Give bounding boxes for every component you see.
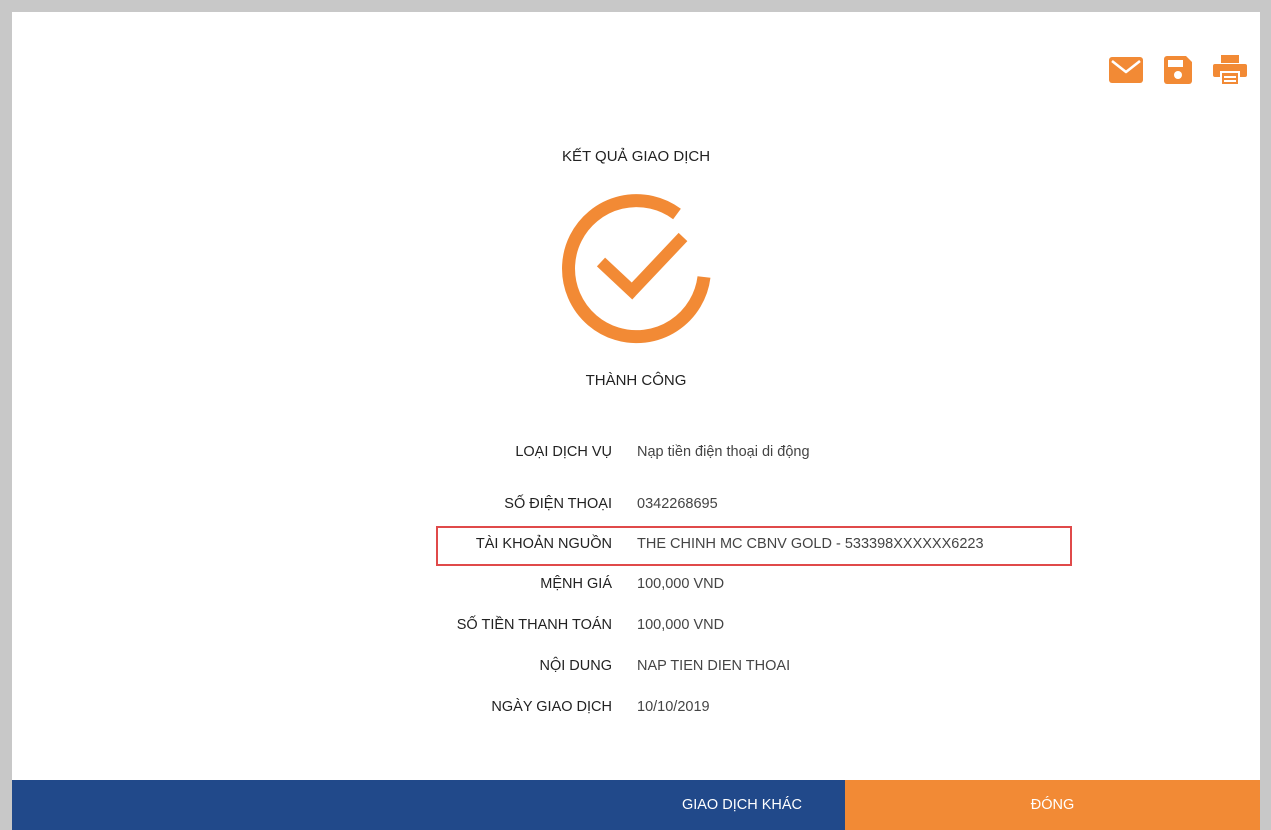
printer-icon bbox=[1213, 55, 1247, 85]
envelope-icon bbox=[1109, 57, 1143, 83]
save-button[interactable] bbox=[1160, 52, 1196, 88]
detail-row-content: NỘI DUNG NAP TIEN DIEN THOAI bbox=[12, 648, 1260, 688]
page-title: KẾT QUẢ GIAO DỊCH bbox=[12, 148, 1260, 165]
source-account-highlight bbox=[436, 526, 1072, 566]
floppy-disk-icon bbox=[1164, 56, 1192, 84]
detail-value: NAP TIEN DIEN THOAI bbox=[637, 658, 791, 674]
detail-label: NỘI DUNG bbox=[539, 658, 613, 674]
detail-value: 100,000 VND bbox=[637, 576, 725, 592]
other-transaction-button[interactable]: GIAO DỊCH KHÁC bbox=[12, 780, 845, 830]
detail-label: SỐ ĐIỆN THOẠI bbox=[504, 496, 612, 512]
status-text: THÀNH CÔNG bbox=[585, 372, 687, 389]
detail-value: Nạp tiền điện thoại di động bbox=[637, 444, 810, 460]
page-title-text: KẾT QUẢ GIAO DỊCH bbox=[561, 148, 711, 165]
email-button[interactable] bbox=[1108, 52, 1144, 88]
toolbar bbox=[1108, 52, 1248, 88]
detail-value: 10/10/2019 bbox=[637, 699, 710, 715]
window-frame: KẾT QUẢ GIAO DỊCH THÀNH CÔNG LOẠI DỊCH V… bbox=[0, 0, 1271, 830]
detail-label: MỆNH GIÁ bbox=[540, 576, 612, 592]
detail-row-transaction-date: NGÀY GIAO DỊCH 10/10/2019 bbox=[12, 689, 1260, 729]
transaction-result-panel: KẾT QUẢ GIAO DỊCH THÀNH CÔNG LOẠI DỊCH V… bbox=[12, 12, 1260, 830]
detail-row-service-type: LOẠI DỊCH VỤ Nạp tiền điện thoại di động bbox=[12, 434, 1260, 474]
print-button[interactable] bbox=[1212, 52, 1248, 88]
detail-value: 100,000 VND bbox=[637, 617, 725, 633]
detail-label: LOẠI DỊCH VỤ bbox=[515, 444, 612, 460]
detail-row-payment-amount: SỐ TIỀN THANH TOÁN 100,000 VND bbox=[12, 607, 1260, 647]
footer-actions: GIAO DỊCH KHÁC ĐÓNG bbox=[12, 780, 1260, 830]
close-button[interactable]: ĐÓNG bbox=[845, 780, 1260, 830]
check-circle-icon bbox=[562, 194, 711, 344]
detail-value: 0342268695 bbox=[637, 496, 718, 512]
detail-row-phone-number: SỐ ĐIỆN THOẠI 0342268695 bbox=[12, 486, 1260, 526]
detail-row-denomination: MỆNH GIÁ 100,000 VND bbox=[12, 566, 1260, 606]
detail-label: SỐ TIỀN THANH TOÁN bbox=[456, 617, 612, 633]
detail-label: NGÀY GIAO DỊCH bbox=[491, 699, 612, 715]
